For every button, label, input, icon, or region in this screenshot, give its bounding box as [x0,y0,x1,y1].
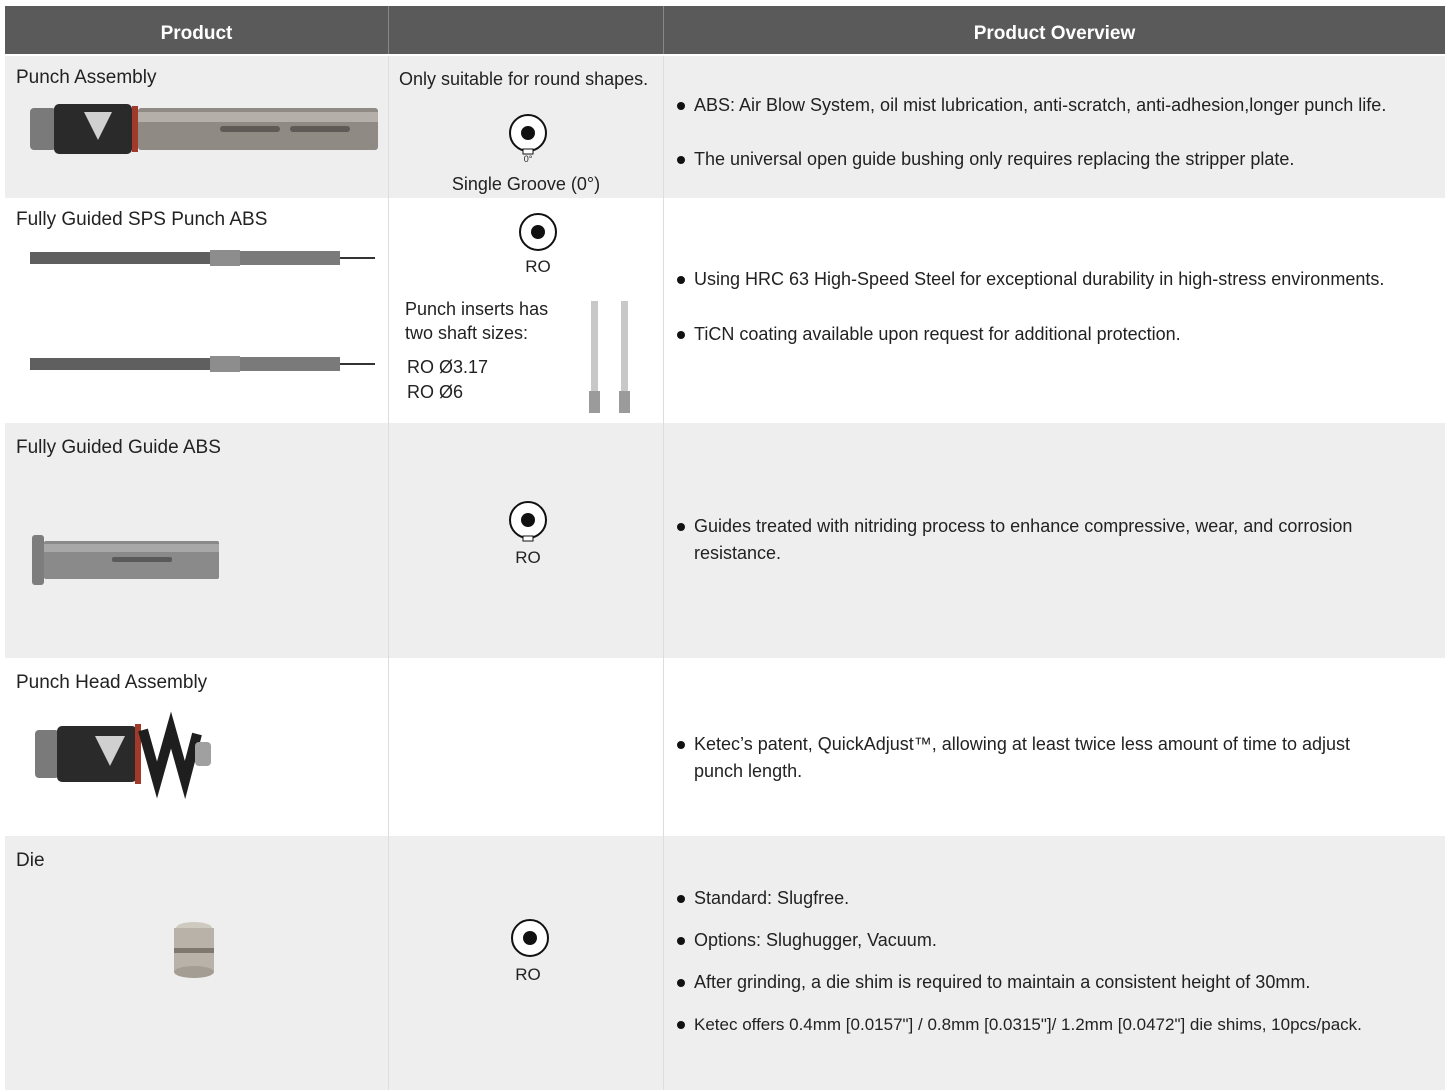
groove-angle-tick: 0° [523,154,533,164]
table-header: Product Product Overview [5,6,1445,54]
bullet-dot [677,276,685,284]
table-row-sps-punch: Fully Guided SPS Punch ABS RO Punch inse… [5,198,1445,423]
product-name: Punch Head Assembly [16,672,208,693]
bullet-item: After grinding, a die shim is required t… [675,969,1445,996]
sps-punch-image-bottom [30,356,375,372]
punch-assembly-image [30,104,378,154]
inserts-text-line2: two shaft sizes: [405,323,529,343]
bullet-item: Using HRC 63 High-Speed Steel for except… [675,266,1445,293]
bullet-dot [677,741,685,749]
guide-image [32,535,219,585]
header-blank [389,6,663,54]
shape-note: Only suitable for round shapes. [399,69,649,89]
product-name: Punch Assembly [16,67,157,88]
bullet-item: The universal open guide bushing only re… [675,146,1445,173]
product-name: Fully Guided Guide ABS [16,437,221,458]
column-divider [663,198,664,423]
product-name: Die [16,850,45,871]
punch-insert-pins-image [589,301,630,413]
punch-head-image [35,711,211,800]
inserts-text-line1: Punch inserts has [405,299,549,319]
bullet-item: Ketec offers 0.4mm [0.0157"] / 0.8mm [0.… [675,1011,1445,1038]
column-divider [663,658,664,836]
bullet-item: ABS: Air Blow System, oil mist lubricati… [675,92,1445,119]
header-product: Product [160,23,233,44]
bullet-dot [677,1021,685,1029]
bullet-item: Ketec’s patent, QuickAdjust™, allowing a… [675,731,1375,785]
single-groove-round-icon [509,501,547,542]
column-divider [388,836,389,1090]
bullet-item: Options: Slughugger, Vacuum. [675,927,1445,954]
shape-label: RO [515,965,541,984]
shape-label: RO [515,548,541,567]
bullet-dot [677,331,685,339]
bullet-dot [677,937,685,945]
bullet-dot [677,895,685,903]
die-image [174,922,214,978]
round-shape-icon [511,919,549,957]
header-overview: Product Overview [973,23,1136,44]
bullet-item: Standard: Slugfree. [675,885,1445,912]
table-row-guide-abs: Fully Guided Guide ABS RO Guides treated… [5,423,1445,658]
bullet-dot [677,523,685,531]
groove-label: Single Groove (0°) [451,174,601,194]
shape-label: RO [525,257,551,276]
bullet-dot [677,156,685,164]
bullet-item: TiCN coating available upon request for … [675,321,1445,348]
round-shape-icon [519,213,557,251]
column-divider [388,423,389,658]
column-divider [663,836,664,1090]
column-divider [663,423,664,658]
bullet-item: Guides treated with nitriding process to… [675,513,1395,567]
bullet-dot [677,102,685,110]
bullet-dot [677,979,685,987]
table-row-punch-assembly: Punch Assembly Only suitable for round s… [5,56,1445,198]
table-row-punch-head: Punch Head Assembly Ketec’s patent, Quic… [5,658,1445,836]
column-divider [388,198,389,423]
product-name: Fully Guided SPS Punch ABS [16,209,268,230]
sps-punch-image-top [30,250,375,266]
shaft-size: RO Ø3.17 [407,357,489,377]
table-row-die: Die RO Standard: Slugfree. Options: Slug… [5,836,1445,1090]
shaft-size: RO Ø6 [407,382,464,402]
column-divider [388,658,389,836]
column-divider [663,56,664,198]
